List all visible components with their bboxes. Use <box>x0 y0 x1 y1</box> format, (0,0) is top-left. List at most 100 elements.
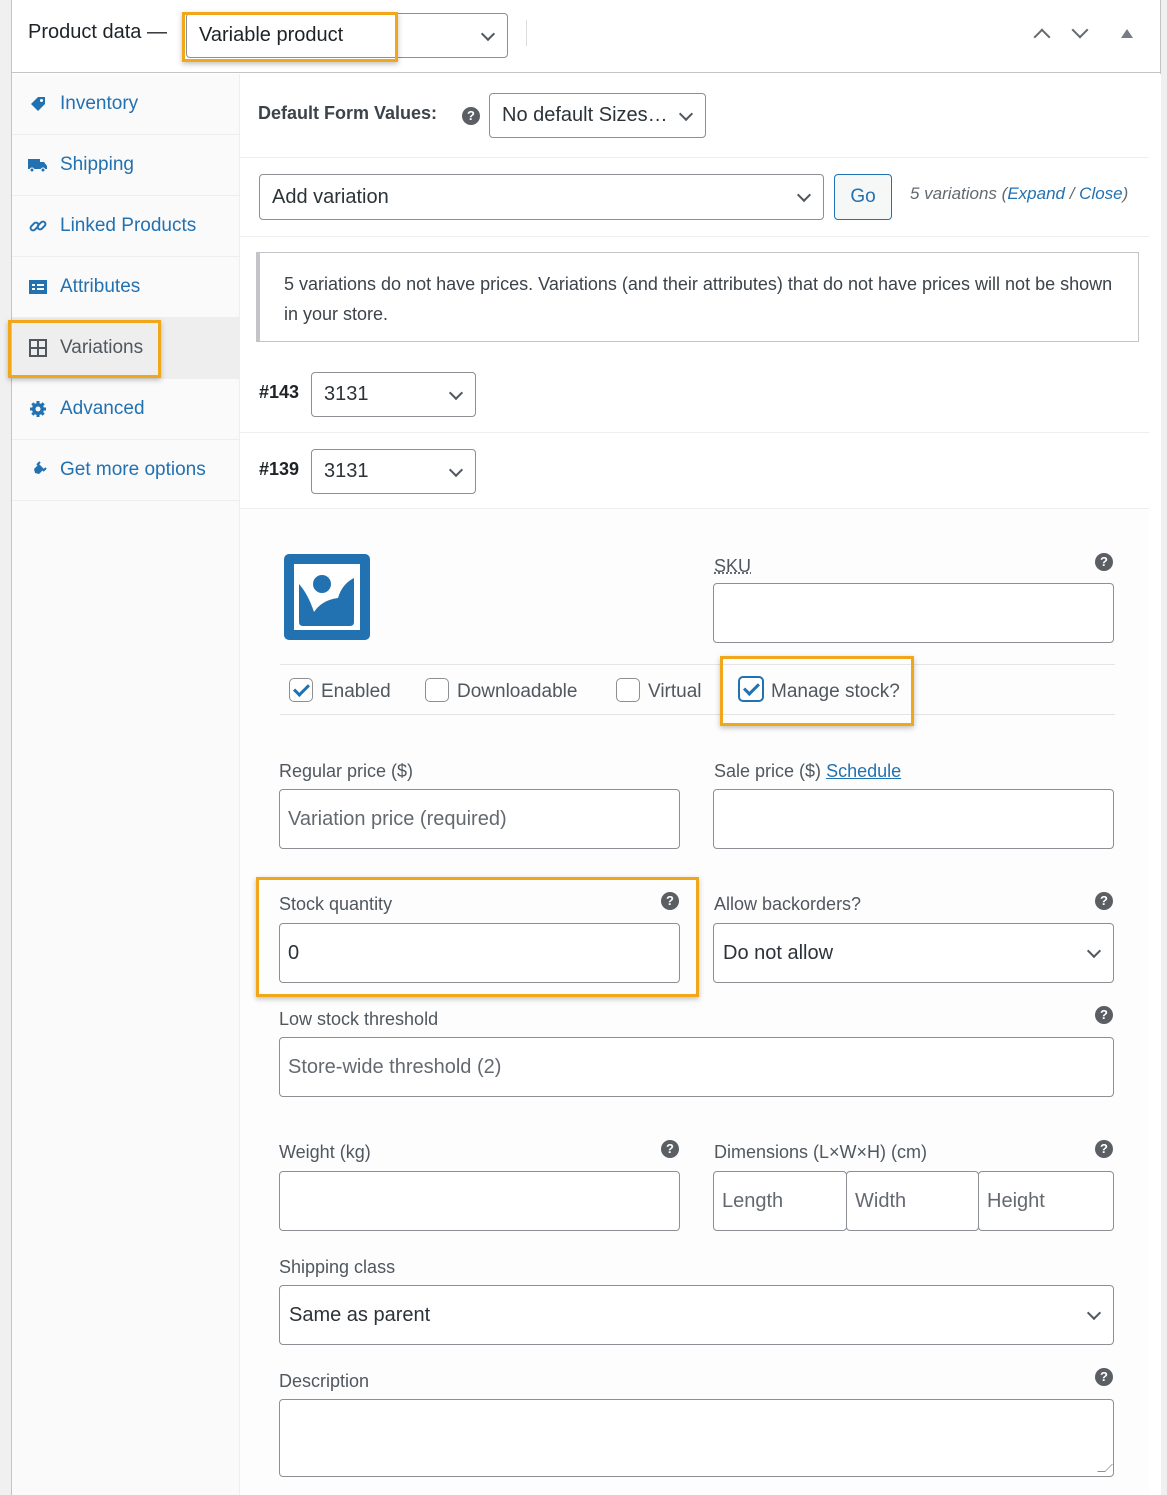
close-link[interactable]: Close <box>1079 184 1122 203</box>
low-stock-input[interactable]: Store-wide threshold (2) <box>279 1037 1114 1097</box>
sale-price-label: Sale price ($) Schedule <box>714 761 901 782</box>
list-icon <box>28 277 48 297</box>
length-input[interactable]: Length <box>713 1171 847 1231</box>
default-sizes-value: No default Sizes… <box>502 104 668 126</box>
default-sizes-select[interactable]: No default Sizes… <box>489 93 706 138</box>
sidebar-item-linked-products[interactable]: Linked Products <box>12 196 239 257</box>
chevron-down-icon <box>1071 21 1089 39</box>
help-icon[interactable]: ? <box>1095 553 1113 571</box>
width-input[interactable]: Width <box>846 1171 979 1231</box>
divider <box>240 432 1149 433</box>
sku-input[interactable] <box>713 583 1114 643</box>
resize-handle-icon[interactable] <box>1097 1464 1113 1472</box>
gear-icon <box>28 399 48 419</box>
sidebar-item-advanced[interactable]: Advanced <box>12 379 239 440</box>
product-data-title: Product data — <box>28 21 167 43</box>
sidebar-item-label: Variations <box>60 337 144 358</box>
grid-icon <box>28 338 48 358</box>
help-icon[interactable]: ? <box>661 892 679 910</box>
variation-action-value: Add variation <box>272 185 389 208</box>
schedule-link[interactable]: Schedule <box>826 761 901 781</box>
chevron-down-icon <box>678 106 694 121</box>
sidebar-item-label: Inventory <box>60 93 139 114</box>
plugin-icon <box>28 460 48 480</box>
regular-price-input[interactable]: Variation price (required) <box>279 789 680 849</box>
manage-stock-label: Manage stock? <box>771 681 900 702</box>
variation-count-text: 5 variations <box>910 184 997 203</box>
go-button[interactable]: Go <box>834 174 892 220</box>
sidebar-item-label: Linked Products <box>60 215 197 236</box>
backorders-select[interactable]: Do not allow <box>713 923 1114 983</box>
shipping-class-value: Same as parent <box>289 1303 431 1326</box>
backorders-label: Allow backorders? <box>714 894 862 914</box>
shipping-class-label: Shipping class <box>279 1257 396 1277</box>
variation-attribute-select[interactable]: 3131 <box>311 372 476 417</box>
help-icon[interactable]: ? <box>1095 1006 1113 1024</box>
variation-image-upload[interactable] <box>284 554 370 640</box>
product-data-tabs: Inventory Shipping Linked Products Attri… <box>12 74 240 504</box>
manage-stock-checkbox[interactable] <box>738 676 764 702</box>
image-placeholder-icon <box>294 564 360 630</box>
help-icon[interactable]: ? <box>1095 1368 1113 1386</box>
weight-input[interactable] <box>279 1171 680 1231</box>
enabled-checkbox[interactable] <box>289 678 313 702</box>
sku-label-text: SKU <box>714 556 752 576</box>
product-type-value: Variable product <box>199 24 344 46</box>
downloadable-label: Downloadable <box>457 681 578 702</box>
link-separator: / <box>1065 184 1080 203</box>
sidebar-item-label: Get more options <box>60 459 206 480</box>
variation-details <box>240 509 1149 1495</box>
divider <box>240 236 1149 237</box>
sidebar-item-attributes[interactable]: Attributes <box>12 257 239 318</box>
sidebar-filler <box>12 504 240 1495</box>
move-down-button[interactable] <box>1070 21 1090 46</box>
dimensions-label: Dimensions (L×W×H) (cm) <box>714 1142 928 1162</box>
backorders-value: Do not allow <box>723 941 834 964</box>
variation-attribute-value: 3131 <box>324 460 369 482</box>
chevron-down-icon <box>480 26 496 41</box>
virtual-checkbox[interactable] <box>616 678 640 702</box>
height-input[interactable]: Height <box>978 1171 1114 1231</box>
sidebar-item-label: Attributes <box>60 276 141 297</box>
toggle-panel-icon[interactable] <box>1121 29 1133 38</box>
description-textarea[interactable] <box>279 1399 1114 1477</box>
sidebar-item-inventory[interactable]: Inventory <box>12 74 239 135</box>
regular-price-label: Regular price ($) <box>279 761 414 781</box>
low-stock-label: Low stock threshold <box>279 1009 439 1029</box>
chevron-down-icon <box>448 385 464 400</box>
sale-price-input[interactable] <box>713 789 1114 849</box>
sku-label: SKU <box>714 556 751 577</box>
tag-icon <box>28 94 48 114</box>
chevron-down-icon <box>1086 943 1102 959</box>
divider <box>280 714 1115 715</box>
variation-id: #139 <box>259 459 300 479</box>
chevron-down-icon <box>1086 1305 1102 1321</box>
help-icon[interactable]: ? <box>661 1140 679 1158</box>
sidebar-item-shipping[interactable]: Shipping <box>12 135 239 196</box>
downloadable-checkbox[interactable] <box>425 678 449 702</box>
move-up-button[interactable] <box>1032 26 1052 46</box>
variation-action-select[interactable]: Add variation <box>259 174 824 220</box>
help-icon[interactable]: ? <box>462 107 480 125</box>
stock-quantity-input[interactable]: 0 <box>279 923 680 983</box>
variation-attribute-select[interactable]: 3131 <box>311 449 476 494</box>
chevron-down-icon <box>448 462 464 477</box>
missing-prices-notice: 5 variations do not have prices. Variati… <box>256 252 1139 342</box>
help-icon[interactable]: ? <box>1095 1140 1113 1158</box>
virtual-label: Virtual <box>648 681 702 702</box>
default-form-values-label: Default Form Values: <box>258 103 438 123</box>
header-divider <box>526 20 527 46</box>
chevron-down-icon <box>796 187 812 203</box>
shipping-class-select[interactable]: Same as parent <box>279 1285 1114 1345</box>
sidebar-item-get-more-options[interactable]: Get more options <box>12 440 239 501</box>
sidebar-item-variations[interactable]: Variations <box>12 318 239 379</box>
variation-attribute-value: 3131 <box>324 383 369 405</box>
variation-id: #143 <box>259 382 300 402</box>
expand-link[interactable]: Expand <box>1007 184 1065 203</box>
variation-count: 5 variations (Expand / Close) <box>910 184 1129 203</box>
sidebar-item-label: Shipping <box>60 154 134 175</box>
sale-price-label-text: Sale price ($) <box>714 761 822 781</box>
help-icon[interactable]: ? <box>1095 892 1113 910</box>
sidebar-item-label: Advanced <box>60 398 145 419</box>
product-type-select[interactable]: Variable product <box>186 13 508 58</box>
